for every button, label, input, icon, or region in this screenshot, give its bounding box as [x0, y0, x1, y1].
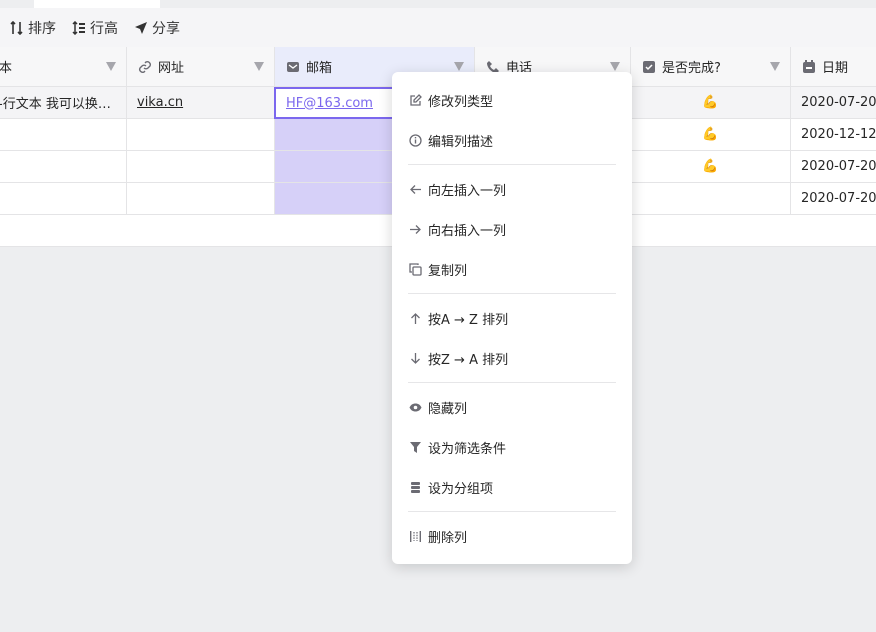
text-cell[interactable] — [0, 119, 127, 151]
active-view-tab[interactable] — [34, 0, 160, 8]
arrow-right-icon — [409, 223, 422, 236]
column-header-label: 网址 — [158, 61, 185, 76]
date-cell[interactable]: 2020-07-20 — [791, 87, 876, 119]
menu-item-label: 按Z → A 排列 — [428, 352, 509, 368]
email-link[interactable]: HF@163.com — [286, 96, 373, 111]
menu-divider — [408, 511, 616, 512]
filter-icon — [409, 441, 422, 454]
info-icon — [409, 133, 422, 147]
sort-button[interactable]: 排序 — [10, 8, 56, 47]
arrow-down-icon — [409, 352, 422, 365]
done-cell[interactable]: 💪 — [631, 119, 791, 151]
arrow-up-icon — [409, 312, 422, 325]
menu-divider — [408, 293, 616, 294]
eye-icon — [409, 401, 422, 414]
menu-item-duplicate[interactable]: 复制列 — [400, 252, 624, 286]
menu-item-delete-column[interactable]: 删除列 — [400, 519, 624, 553]
menu-item-label: 修改列类型 — [428, 94, 494, 110]
row-height-button[interactable]: 行高 — [72, 8, 118, 47]
date-cell[interactable]: 2020-07-20 — [791, 151, 876, 183]
menu-item-insert-left[interactable]: 向左插入一列 — [400, 172, 624, 206]
menu-item-label: 删除列 — [428, 530, 468, 546]
send-icon — [134, 21, 148, 35]
menu-item-change-field-type[interactable]: 修改列类型 — [400, 83, 624, 117]
text-cell[interactable] — [0, 183, 127, 215]
checkbox-icon — [642, 60, 656, 74]
menu-divider — [408, 164, 616, 165]
menu-item-label: 设为分组项 — [428, 481, 494, 497]
done-cell[interactable]: 💪 — [631, 151, 791, 183]
menu-item-set-filter[interactable]: 设为筛选条件 — [400, 430, 624, 464]
menu-item-label: 编辑列描述 — [428, 134, 494, 150]
row-height-label: 行高 — [90, 20, 118, 37]
text-cell[interactable] — [0, 151, 127, 183]
menu-divider — [408, 382, 616, 383]
done-cell[interactable] — [631, 183, 791, 215]
caret-down-icon[interactable] — [770, 62, 780, 71]
copy-icon — [409, 262, 422, 276]
sort-icon — [10, 20, 24, 35]
column-header-label: 是否完成? — [662, 61, 721, 76]
menu-item-label: 隐藏列 — [428, 401, 468, 417]
menu-item-edit-description[interactable]: 编辑列描述 — [400, 123, 624, 157]
menu-item-label: 向右插入一列 — [428, 223, 507, 239]
column-header-url[interactable]: 网址 — [127, 47, 275, 87]
delete-column-icon — [409, 530, 422, 543]
menu-item-insert-right[interactable]: 向右插入一列 — [400, 212, 624, 246]
date-cell[interactable]: 2020-12-12 — [791, 119, 876, 151]
arrow-left-icon — [409, 183, 422, 196]
row-height-icon — [72, 20, 86, 35]
menu-item-label: 按A → Z 排列 — [428, 312, 509, 328]
url-cell[interactable] — [127, 183, 275, 215]
caret-down-icon[interactable] — [254, 62, 264, 71]
link-icon — [138, 60, 152, 74]
menu-item-label: 设为筛选条件 — [428, 441, 507, 457]
menu-item-hide-column[interactable]: 隐藏列 — [400, 390, 624, 424]
column-header-done[interactable]: 是否完成? — [631, 47, 791, 87]
column-header-label: 日期 — [822, 61, 849, 76]
column-header-label: 邮箱 — [306, 61, 333, 76]
done-cell[interactable]: 💪 — [631, 87, 791, 119]
toolbar: 排序 行高 分享 — [0, 8, 876, 47]
edit-icon — [409, 93, 422, 107]
caret-down-icon[interactable] — [610, 62, 620, 71]
caret-down-icon[interactable] — [454, 62, 464, 71]
url-cell[interactable] — [127, 151, 275, 183]
column-header-date[interactable]: 日期 — [791, 47, 876, 87]
menu-item-set-group[interactable]: 设为分组项 — [400, 470, 624, 504]
group-icon — [409, 481, 422, 494]
column-header-text[interactable]: 本 — [0, 47, 127, 87]
url-cell[interactable]: vika.cn — [127, 87, 275, 119]
sort-label: 排序 — [28, 20, 56, 37]
caret-down-icon[interactable] — [106, 62, 116, 71]
menu-item-sort-asc[interactable]: 按A → Z 排列 — [400, 301, 624, 335]
share-button[interactable]: 分享 — [134, 8, 180, 47]
menu-item-label: 向左插入一列 — [428, 183, 507, 199]
text-cell[interactable]: -行文本 我可以换… — [0, 87, 127, 119]
url-link[interactable]: vika.cn — [137, 95, 183, 110]
column-header-label: 本 — [0, 61, 13, 76]
column-context-menu: 修改列类型 编辑列描述 向左插入一列 向右插入一列 复制列 按A → Z 排列 … — [392, 72, 632, 564]
url-cell[interactable] — [127, 119, 275, 151]
date-cell[interactable]: 2020-07-20 — [791, 183, 876, 215]
menu-item-sort-desc[interactable]: 按Z → A 排列 — [400, 341, 624, 375]
mail-icon — [286, 60, 300, 74]
menu-item-label: 复制列 — [428, 263, 468, 279]
calendar-icon — [802, 59, 816, 74]
share-label: 分享 — [152, 20, 180, 37]
